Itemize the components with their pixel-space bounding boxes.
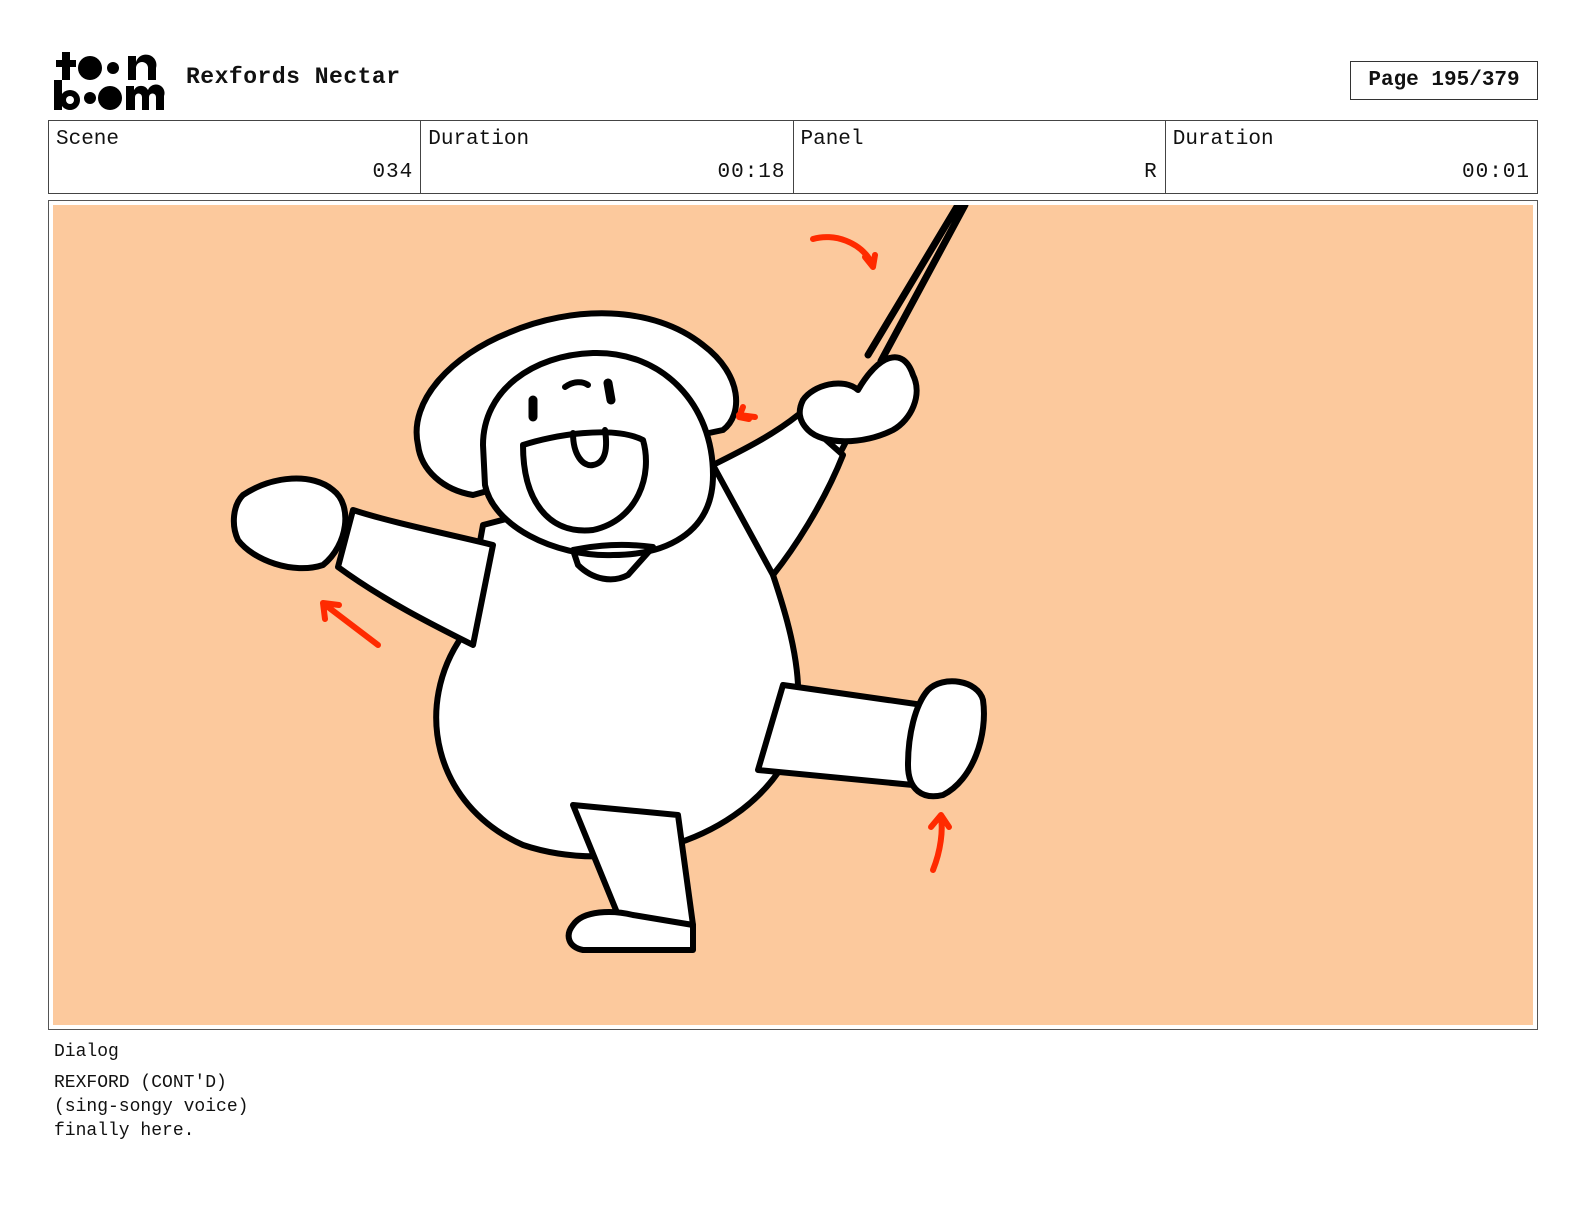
left-leg xyxy=(570,802,696,928)
page-label: Page xyxy=(1368,69,1419,92)
dialog-text: REXFORD (CONT'D) (sing-songy voice) fina… xyxy=(54,1071,248,1143)
scene-duration-cell: Duration 00:18 xyxy=(421,121,794,193)
panel-duration-cell: Duration 00:01 xyxy=(1166,121,1537,193)
storyboard-panel xyxy=(48,200,1538,1030)
motion-arrow-left-arm xyxy=(320,600,381,648)
page-indicator: Page 195/379 xyxy=(1350,61,1538,100)
panel-artwork xyxy=(53,205,1533,1025)
panel-cell: Panel R xyxy=(794,121,1166,193)
panel-label: Panel xyxy=(800,128,864,151)
project-title: Rexfords Nectar xyxy=(186,64,401,90)
scene-cell: Scene 034 xyxy=(49,121,422,193)
page-current: 195 xyxy=(1431,69,1470,92)
cane xyxy=(864,205,969,365)
right-hand xyxy=(796,354,920,445)
panel-duration-value: 00:01 xyxy=(1461,161,1530,184)
dialog-character: REXFORD (CONT'D) xyxy=(54,1073,227,1093)
motion-arrow-foot xyxy=(928,812,952,873)
motion-arrow-cane xyxy=(810,234,878,270)
motion-arrow-shoulder xyxy=(736,404,758,422)
scene-value: 034 xyxy=(372,161,414,184)
toon-boom-logo xyxy=(50,48,166,114)
right-leg xyxy=(755,682,926,788)
left-arm xyxy=(335,507,496,648)
dialog-label: Dialog xyxy=(54,1042,119,1062)
scene-duration-label: Duration xyxy=(428,128,530,151)
scene-duration-value: 00:18 xyxy=(717,161,786,184)
right-foot xyxy=(905,678,987,800)
eye-right xyxy=(603,378,616,405)
scene-label: Scene xyxy=(56,128,120,151)
page-total: 379 xyxy=(1481,69,1520,92)
logo-bottom-row xyxy=(54,80,165,110)
left-hand xyxy=(230,475,349,572)
dialog-parenthetical: (sing-songy voice) xyxy=(54,1097,249,1117)
scene-info-table: Scene 034 Duration 00:18 Panel R Duratio… xyxy=(48,120,1538,194)
logo-top-row xyxy=(56,52,157,80)
character-drawing xyxy=(230,205,987,953)
dialog-line: finally here. xyxy=(54,1121,195,1141)
panel-duration-label: Duration xyxy=(1172,128,1274,151)
panel-value: R xyxy=(1144,161,1158,184)
